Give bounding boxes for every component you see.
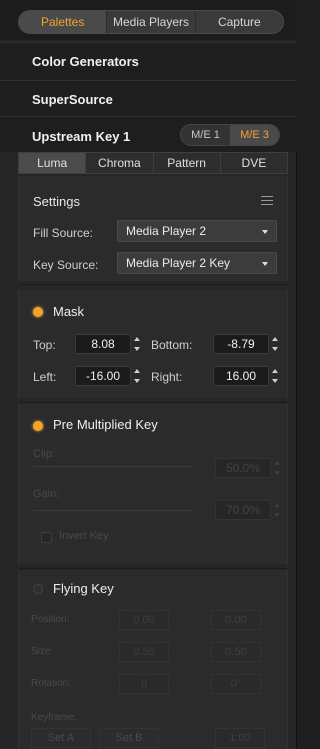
flying-key-panel: Flying Key Position: 0.00 0.00 Size: 0.5… — [18, 568, 289, 749]
invert-key-label: Invert Key — [59, 530, 109, 542]
menu-icon[interactable] — [261, 196, 273, 205]
mask-bottom-stepper[interactable] — [271, 336, 279, 352]
palette-window: Palettes Media Players Capture Color Gen… — [0, 0, 297, 749]
top-tab-bar: Palettes Media Players Capture — [0, 0, 297, 40]
mask-left-label: Left: — [33, 370, 57, 384]
fill-source-dropdown[interactable]: Media Player 2 — [117, 220, 277, 242]
upstream-key-header: Upstream Key 1 M/E 1 M/E 3 — [0, 116, 297, 152]
mask-bottom-label: Bottom: — [151, 338, 193, 352]
position-x-input[interactable]: 0.00 — [119, 610, 169, 630]
clip-input[interactable]: 50.0% — [215, 458, 271, 478]
mask-left-stepper[interactable] — [133, 368, 141, 384]
settings-title: Settings — [33, 194, 80, 209]
size-y-input[interactable]: 0.50 — [211, 642, 261, 662]
set-a-button[interactable]: Set A — [31, 728, 91, 748]
premult-label: Pre Multiplied Key — [53, 417, 158, 432]
mask-top-stepper[interactable] — [133, 336, 141, 352]
tab-group: Palettes Media Players Capture — [18, 10, 284, 34]
mask-left-input[interactable]: -16.00 — [75, 366, 131, 386]
premult-radio[interactable] — [33, 421, 43, 431]
me-selector: M/E 1 M/E 3 — [180, 124, 280, 146]
rate-input[interactable]: 1:00 — [215, 728, 265, 748]
gain-slider[interactable] — [33, 510, 193, 511]
gain-stepper[interactable] — [273, 502, 281, 518]
flying-key-radio[interactable] — [33, 584, 43, 594]
clip-stepper[interactable] — [273, 460, 281, 476]
keyframe-label: Keyframe: — [31, 712, 77, 723]
section-supersource[interactable]: SuperSource — [0, 80, 297, 118]
tab-luma[interactable]: Luma — [19, 153, 86, 173]
flying-key-label: Flying Key — [53, 581, 114, 596]
key-source-value: Media Player 2 Key — [126, 256, 231, 270]
mask-radio[interactable] — [33, 307, 43, 317]
divider — [19, 284, 289, 285]
fill-source-label: Fill Source: — [33, 226, 94, 240]
me-3-button[interactable]: M/E 3 — [230, 125, 279, 145]
divider — [19, 402, 289, 403]
size-x-input[interactable]: 0.50 — [119, 642, 169, 662]
upstream-key-title[interactable]: Upstream Key 1 — [32, 129, 130, 144]
section-color-generators[interactable]: Color Generators — [0, 42, 297, 80]
mask-label: Mask — [53, 304, 85, 319]
fill-source-value: Media Player 2 — [126, 224, 207, 238]
rotation-label: Rotation: — [31, 678, 72, 689]
gain-label: Gain: — [33, 488, 60, 500]
mask-right-label: Right: — [151, 370, 183, 384]
settings-panel: Settings Fill Source: Media Player 2 Key… — [18, 176, 288, 281]
set-b-button[interactable]: Set B — [99, 728, 159, 748]
mask-top-input[interactable]: 8.08 — [75, 334, 131, 354]
mask-right-input[interactable]: 16.00 — [213, 366, 269, 386]
invert-key-checkbox[interactable] — [41, 532, 52, 543]
rotation-degree-input[interactable]: 0° — [211, 674, 261, 694]
premult-panel: Pre Multiplied Key Clip: 50.0% Gain: 70.… — [18, 402, 289, 564]
clip-label: Clip: — [33, 448, 56, 460]
key-type-tabs: Luma Chroma Pattern DVE — [18, 152, 288, 174]
divider — [19, 568, 289, 569]
rotation-input[interactable]: 0 — [119, 674, 169, 694]
mask-right-stepper[interactable] — [271, 368, 279, 384]
tab-media-players[interactable]: Media Players — [106, 11, 194, 33]
size-label: Size: — [31, 646, 54, 657]
tab-capture[interactable]: Capture — [194, 11, 283, 33]
chevron-down-icon — [262, 262, 268, 266]
position-label: Position: — [31, 614, 70, 625]
chevron-down-icon — [262, 230, 268, 234]
tab-palettes[interactable]: Palettes — [19, 11, 107, 33]
gain-input[interactable]: 70.0% — [215, 500, 271, 520]
tab-pattern[interactable]: Pattern — [152, 153, 220, 173]
mask-bottom-input[interactable]: -8.79 — [213, 334, 269, 354]
me-1-button[interactable]: M/E 1 — [181, 125, 230, 145]
clip-slider[interactable] — [33, 466, 193, 467]
key-source-dropdown[interactable]: Media Player 2 Key — [117, 252, 277, 274]
key-source-label: Key Source: — [33, 258, 99, 272]
mask-panel: Mask Top: 8.08 Bottom: -8.79 Left: -16.0… — [18, 284, 289, 398]
tab-dve[interactable]: DVE — [219, 153, 287, 173]
position-y-input[interactable]: 0.00 — [211, 610, 261, 630]
mask-top-label: Top: — [33, 338, 56, 352]
tab-chroma[interactable]: Chroma — [85, 153, 152, 173]
